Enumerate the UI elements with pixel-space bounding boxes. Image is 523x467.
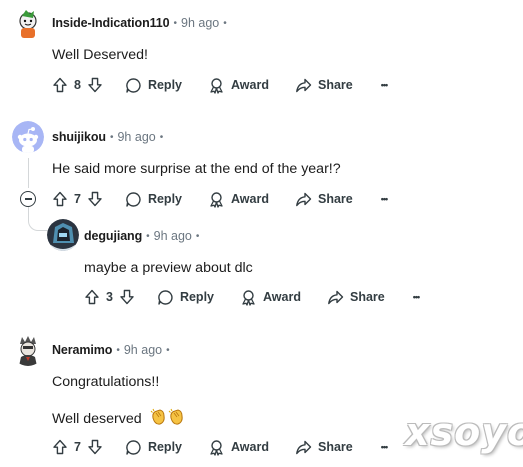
separator-dot: • [195, 230, 200, 242]
speech-bubble-icon [157, 289, 174, 306]
separator-dot: • [159, 131, 164, 143]
comment-body: maybe a preview about dlc [84, 260, 253, 276]
award-ribbon-icon [208, 77, 225, 94]
separator-dot: • [146, 230, 150, 242]
vote-count: 7 [74, 192, 81, 206]
vote-group: 3 [84, 289, 135, 305]
separator-dot: • [173, 17, 177, 29]
share-button[interactable]: Share [295, 191, 353, 208]
reply-button[interactable]: Reply [157, 289, 214, 306]
share-button[interactable]: Share [327, 289, 385, 306]
more-options-button[interactable]: ••• [380, 80, 389, 90]
comment-body: He said more surprise at the end of the … [52, 161, 341, 177]
separator-dot: • [223, 17, 227, 29]
timestamp[interactable]: 9h ago [117, 130, 155, 144]
timestamp[interactable]: 9h ago [124, 343, 162, 357]
award-label: Award [263, 290, 301, 304]
username[interactable]: Neramimo [52, 343, 112, 357]
upvote-arrow-icon[interactable] [52, 191, 68, 207]
username[interactable]: Inside-Indication110 [52, 16, 170, 30]
reply-button[interactable]: Reply [125, 191, 182, 208]
more-options-button[interactable]: ••• [380, 194, 389, 204]
vote-group: 8 [52, 77, 103, 93]
downvote-arrow-icon[interactable] [87, 191, 103, 207]
more-options-button[interactable]: ••• [380, 442, 389, 452]
vote-count: 3 [106, 290, 113, 304]
vote-group: 7 [52, 191, 103, 207]
downvote-arrow-icon[interactable] [87, 439, 103, 455]
separator-dot: • [116, 344, 120, 356]
avatar[interactable] [12, 8, 44, 40]
more-options-button[interactable]: ••• [412, 292, 421, 302]
reply-label: Reply [179, 290, 214, 304]
reply-label: Reply [147, 440, 182, 454]
comment-body: Congratulations!! [52, 374, 160, 390]
award-label: Award [231, 78, 269, 92]
separator-dot: • [109, 131, 114, 143]
comment-actions: 7 Reply Award Share ••• [52, 436, 389, 458]
minus-icon [24, 198, 32, 200]
award-label: Award [231, 440, 269, 454]
award-button[interactable]: Award [208, 439, 269, 456]
avatar[interactable] [47, 219, 79, 251]
vote-count: 8 [74, 78, 81, 92]
upvote-arrow-icon[interactable] [84, 289, 100, 305]
share-arrow-icon [295, 191, 312, 208]
watermark: xsoyo [405, 410, 523, 454]
award-ribbon-icon [208, 191, 225, 208]
speech-bubble-icon [125, 77, 142, 94]
comment-body-text: Well deserved [52, 411, 142, 427]
timestamp[interactable]: 9h ago [154, 229, 192, 243]
share-label: Share [349, 290, 385, 304]
upvote-arrow-icon[interactable] [52, 77, 68, 93]
downvote-arrow-icon[interactable] [119, 289, 135, 305]
comment-body: Well Deserved! [52, 47, 148, 63]
reply-label: Reply [147, 78, 182, 92]
reply-connector-line [28, 207, 48, 231]
award-button[interactable]: Award [240, 289, 301, 306]
more-options-icon: ••• [380, 442, 389, 452]
reply-button[interactable]: Reply [125, 439, 182, 456]
share-label: Share [317, 192, 353, 206]
award-ribbon-icon [208, 439, 225, 456]
clapping-hands-emoji-icon [150, 408, 186, 430]
share-label: Share [317, 440, 353, 454]
speech-bubble-icon [125, 439, 142, 456]
comment-actions: 7 Reply Award Share ••• [52, 188, 389, 210]
upvote-arrow-icon[interactable] [52, 439, 68, 455]
award-label: Award [231, 192, 269, 206]
downvote-arrow-icon[interactable] [87, 77, 103, 93]
share-arrow-icon [327, 289, 344, 306]
comment-actions: 8 Reply Award Share ••• [52, 74, 389, 96]
share-button[interactable]: Share [295, 77, 353, 94]
vote-group: 7 [52, 439, 103, 455]
comment-body-line2: Well deserved [52, 408, 186, 430]
share-arrow-icon [295, 77, 312, 94]
share-label: Share [317, 78, 353, 92]
username[interactable]: degujiang [84, 229, 142, 243]
separator-dot: • [166, 344, 170, 356]
more-options-icon: ••• [380, 80, 389, 90]
comment-actions: 3 Reply Award Share ••• [84, 286, 421, 308]
collapse-thread-button[interactable] [20, 191, 36, 207]
share-arrow-icon [295, 439, 312, 456]
more-options-icon: ••• [412, 292, 421, 302]
avatar[interactable] [12, 334, 44, 366]
award-button[interactable]: Award [208, 191, 269, 208]
award-button[interactable]: Award [208, 77, 269, 94]
more-options-icon: ••• [380, 194, 389, 204]
username[interactable]: shuijikou [52, 130, 106, 144]
avatar[interactable] [12, 121, 44, 153]
vote-count: 7 [74, 440, 81, 454]
reply-label: Reply [147, 192, 182, 206]
timestamp[interactable]: 9h ago [181, 16, 219, 30]
speech-bubble-icon [125, 191, 142, 208]
share-button[interactable]: Share [295, 439, 353, 456]
thread-line [28, 158, 29, 188]
award-ribbon-icon [240, 289, 257, 306]
reply-button[interactable]: Reply [125, 77, 182, 94]
